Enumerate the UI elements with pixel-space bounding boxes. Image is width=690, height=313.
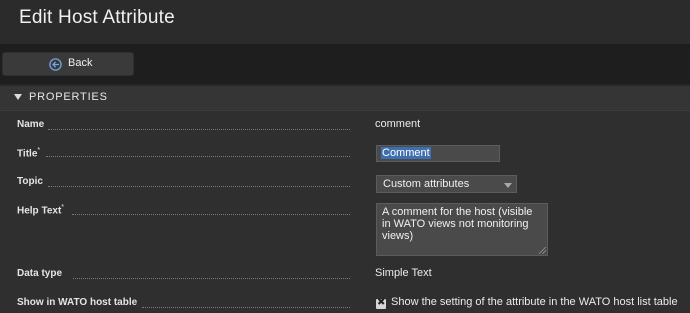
dotted-leader bbox=[48, 186, 350, 187]
topic-select-value: Custom attributes bbox=[383, 178, 470, 190]
title-bar: Edit Host Attribute bbox=[0, 0, 690, 44]
title-input[interactable]: Comment bbox=[376, 145, 500, 162]
properties-section-toggle[interactable]: PROPERTIES bbox=[0, 86, 690, 111]
dotted-leader bbox=[48, 129, 350, 130]
collapse-triangle-icon bbox=[14, 94, 22, 100]
properties-panel: PROPERTIES Name comment Title* Comment T… bbox=[0, 86, 690, 313]
dotted-leader bbox=[142, 307, 350, 308]
dotted-leader bbox=[72, 214, 350, 215]
field-show-in-table-label: Show in WATO host table bbox=[17, 297, 138, 308]
show-in-table-checkbox[interactable]: ✖ bbox=[376, 297, 386, 309]
toolbar: Back bbox=[0, 44, 690, 84]
topic-select[interactable]: Custom attributes bbox=[376, 175, 517, 193]
section-title: PROPERTIES bbox=[29, 91, 108, 103]
resize-grip-icon[interactable] bbox=[539, 247, 546, 254]
show-in-table-option-label[interactable]: Show the setting of the attribute in the… bbox=[391, 296, 678, 308]
field-title-label-text: Title bbox=[17, 148, 38, 160]
back-button-label: Back bbox=[68, 57, 93, 69]
field-title-label: Title* bbox=[17, 147, 40, 159]
field-topic-label: Topic bbox=[17, 176, 43, 187]
back-circle-arrow-icon bbox=[49, 58, 62, 71]
required-mark: * bbox=[61, 204, 65, 211]
back-button[interactable]: Back bbox=[2, 52, 134, 76]
required-mark: * bbox=[37, 147, 41, 154]
field-data-type-value: Simple Text bbox=[375, 267, 432, 279]
help-text-textarea[interactable]: A comment for the host (visible in WATO … bbox=[376, 203, 548, 256]
field-name-value: comment bbox=[375, 118, 421, 130]
page-title: Edit Host Attribute bbox=[19, 7, 175, 28]
checkmark-x-icon: ✖ bbox=[377, 297, 386, 308]
field-data-type-label: Data type bbox=[17, 268, 63, 279]
field-help-text-label: Help Text* bbox=[17, 204, 64, 216]
dotted-leader bbox=[73, 278, 350, 279]
title-input-value: Comment bbox=[381, 147, 431, 159]
chevron-down-icon bbox=[504, 183, 512, 188]
dotted-leader bbox=[46, 156, 350, 157]
field-name-label: Name bbox=[17, 119, 45, 130]
help-text-value: A comment for the host (visible in WATO … bbox=[382, 206, 533, 242]
field-help-text-label-text: Help Text bbox=[17, 205, 62, 217]
